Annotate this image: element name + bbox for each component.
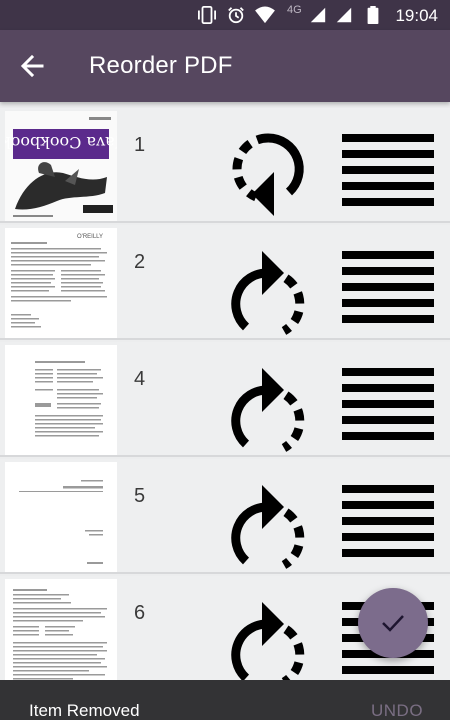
signal-icon xyxy=(336,7,352,23)
battery-icon xyxy=(367,6,379,24)
rotate-button[interactable] xyxy=(222,126,314,218)
rotate-button[interactable] xyxy=(222,477,314,569)
rotate-clockwise-icon xyxy=(231,251,305,335)
network-type-label: 4G xyxy=(287,4,302,16)
page-row[interactable]: O'REILLY 2 xyxy=(0,225,450,340)
drag-handle-icon xyxy=(342,251,434,323)
page-number: 6 xyxy=(134,602,146,624)
page-row[interactable]: 5 xyxy=(0,459,450,574)
vibrate-icon xyxy=(198,6,216,24)
page-row[interactable]: 4 xyxy=(0,342,450,457)
page-row[interactable]: Java Cookbook 1 xyxy=(0,108,450,223)
signal-icon xyxy=(310,7,326,23)
wifi-icon xyxy=(255,6,275,24)
cover-title: Java Cookbook xyxy=(5,133,117,152)
arrow-left-icon xyxy=(20,54,44,78)
page-thumbnail: Java Cookbook xyxy=(5,111,117,221)
check-icon xyxy=(382,615,404,632)
drag-handle[interactable] xyxy=(342,485,434,559)
snackbar: Item Removed UNDO xyxy=(0,680,450,720)
page-thumbnail xyxy=(5,462,117,572)
text-page-illustration: O'REILLY xyxy=(5,228,117,338)
drag-handle[interactable] xyxy=(342,134,434,208)
undo-button[interactable]: UNDO xyxy=(371,701,423,720)
drag-handle-icon xyxy=(342,368,434,440)
rotate-button[interactable] xyxy=(222,243,314,335)
drag-handle-icon xyxy=(342,134,434,206)
text-page-illustration xyxy=(5,345,117,455)
snackbar-message: Item Removed xyxy=(29,701,140,720)
page-number: 2 xyxy=(134,251,146,273)
page-thumbnail xyxy=(5,345,117,455)
rotate-clockwise-icon xyxy=(231,485,305,569)
status-bar: 4G 19:04 xyxy=(0,0,450,30)
drag-handle-icon xyxy=(342,485,434,557)
page-title: Reorder PDF xyxy=(89,52,233,79)
alarm-icon xyxy=(228,7,244,24)
rotate-clockwise-icon xyxy=(231,602,305,680)
page-number: 5 xyxy=(134,485,146,507)
confirm-button[interactable] xyxy=(358,588,428,658)
back-button[interactable] xyxy=(14,48,50,84)
title-page-illustration xyxy=(5,462,117,572)
rotate-clockwise-icon xyxy=(231,368,305,452)
page-number: 4 xyxy=(134,368,146,390)
clock: 19:04 xyxy=(395,6,438,25)
app-bar: Reorder PDF xyxy=(0,30,450,102)
rotate-button[interactable] xyxy=(222,594,314,680)
page-number: 1 xyxy=(134,134,146,156)
text-page-illustration xyxy=(5,579,117,680)
publisher-mark: O'REILLY xyxy=(77,234,103,240)
drag-handle[interactable] xyxy=(342,251,434,325)
drag-handle[interactable] xyxy=(342,368,434,442)
page-thumbnail: O'REILLY xyxy=(5,228,117,338)
rotate-button[interactable] xyxy=(222,360,314,452)
rotate-counterclockwise-icon xyxy=(232,133,304,216)
page-thumbnail xyxy=(5,579,117,680)
cover-illustration: Java Cookbook xyxy=(5,111,117,221)
